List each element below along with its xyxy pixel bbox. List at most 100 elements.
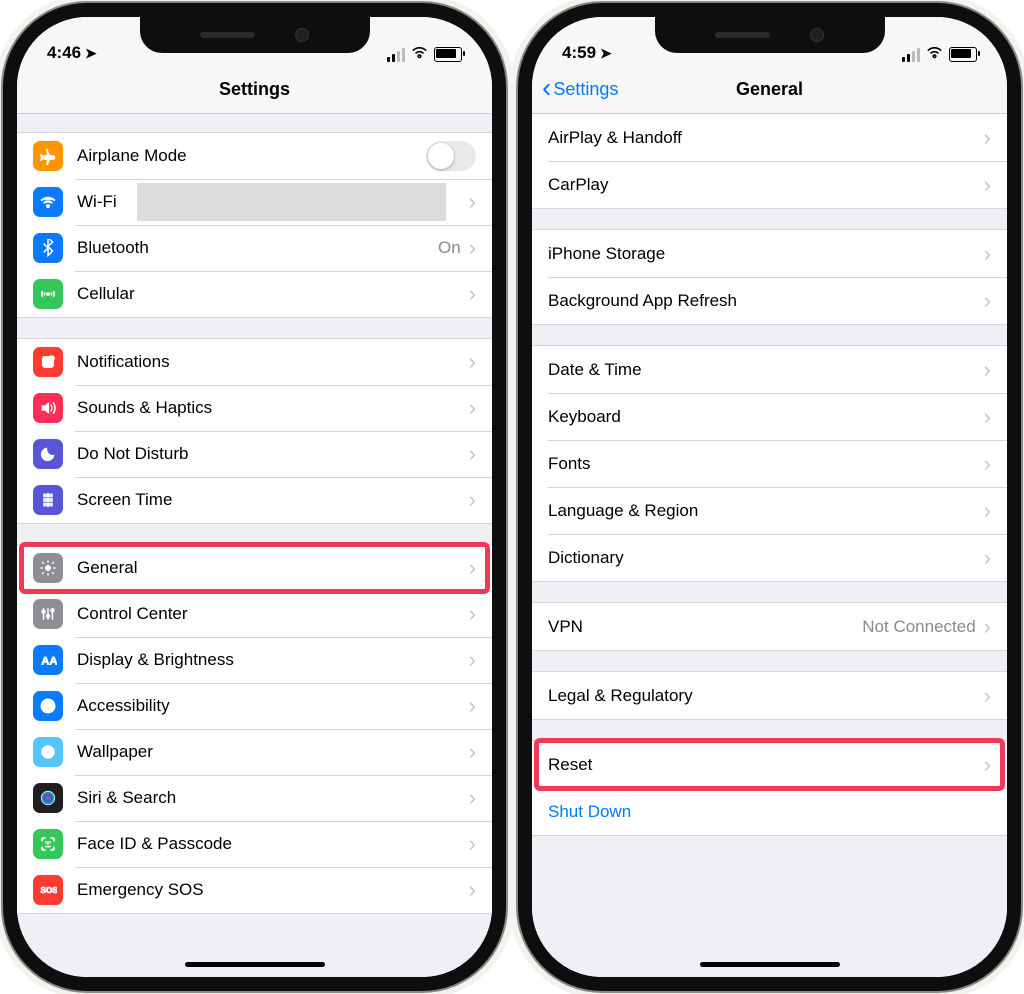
accessibility-icon	[33, 691, 63, 721]
faceid-icon	[33, 829, 63, 859]
row-accessibility[interactable]: Accessibility›	[17, 683, 492, 729]
location-arrow-icon: ➤	[600, 45, 612, 62]
row-airplane[interactable]: Airplane Mode	[17, 133, 492, 179]
row-datetime[interactable]: Date & Time›	[532, 346, 1007, 393]
row-sos[interactable]: SOSEmergency SOS›	[17, 867, 492, 913]
row-label: Control Center	[77, 604, 469, 624]
navbar: Settings	[17, 65, 492, 114]
row-notifications[interactable]: Notifications›	[17, 339, 492, 385]
status-indicators	[387, 46, 462, 63]
chevron-right-icon: ›	[984, 545, 991, 571]
battery-icon	[434, 47, 462, 62]
chevron-right-icon: ›	[984, 614, 991, 640]
row-label: VPN	[548, 617, 862, 637]
row-label: General	[77, 558, 469, 578]
screen-settings: 4:46➤ Settings Airplane ModeWi-Fi›Blueto…	[17, 17, 492, 977]
navbar: ‹Settings General	[532, 65, 1007, 114]
chevron-right-icon: ›	[469, 441, 476, 467]
chevron-right-icon: ›	[469, 235, 476, 261]
chevron-right-icon: ›	[469, 831, 476, 857]
row-sounds[interactable]: Sounds & Haptics›	[17, 385, 492, 431]
row-airplay[interactable]: AirPlay & Handoff›	[532, 114, 1007, 161]
row-control-center[interactable]: Control Center›	[17, 591, 492, 637]
row-siri[interactable]: Siri & Search›	[17, 775, 492, 821]
row-storage[interactable]: iPhone Storage›	[532, 230, 1007, 277]
row-label: Airplane Mode	[77, 146, 426, 166]
chevron-right-icon: ›	[984, 125, 991, 151]
row-vpn[interactable]: VPNNot Connected ›	[532, 603, 1007, 650]
status-time: 4:59	[562, 43, 596, 63]
wifi-icon	[411, 46, 428, 63]
row-label: Sounds & Haptics	[77, 398, 469, 418]
row-general[interactable]: General›	[17, 545, 492, 591]
stage: 4:46➤ Settings Airplane ModeWi-Fi›Blueto…	[0, 0, 1024, 994]
chevron-right-icon: ›	[469, 349, 476, 375]
row-wallpaper[interactable]: Wallpaper›	[17, 729, 492, 775]
chevron-right-icon: ›	[984, 752, 991, 778]
chevron-right-icon: ›	[984, 288, 991, 314]
control-center-icon	[33, 599, 63, 629]
general-list[interactable]: AirPlay & Handoff›CarPlay›iPhone Storage…	[532, 114, 1007, 977]
row-keyboard[interactable]: Keyboard›	[532, 393, 1007, 440]
row-value: Not Connected	[862, 617, 975, 637]
row-bluetooth[interactable]: BluetoothOn›	[17, 225, 492, 271]
chevron-right-icon: ›	[984, 451, 991, 477]
phone-general: 4:59➤ ‹Settings General AirPlay & Handof…	[532, 17, 1007, 977]
redacted-value	[137, 183, 446, 221]
row-carplay[interactable]: CarPlay›	[532, 161, 1007, 208]
row-bgrefresh[interactable]: Background App Refresh›	[532, 277, 1007, 324]
row-dictionary[interactable]: Dictionary›	[532, 534, 1007, 581]
row-legal[interactable]: Legal & Regulatory›	[532, 672, 1007, 719]
chevron-right-icon: ›	[469, 555, 476, 581]
svg-text:SOS: SOS	[41, 886, 58, 895]
airplane-icon	[33, 141, 63, 171]
row-label: Date & Time	[548, 360, 984, 380]
row-shutdown[interactable]: Shut Down	[532, 788, 1007, 835]
home-indicator[interactable]	[700, 962, 840, 967]
chevron-right-icon: ›	[469, 395, 476, 421]
row-reset[interactable]: Reset›	[532, 741, 1007, 788]
siri-icon	[33, 783, 63, 813]
page-title: Settings	[219, 79, 290, 100]
row-display[interactable]: AADisplay & Brightness›	[17, 637, 492, 683]
cell-signal-icon	[387, 48, 405, 62]
camera-icon	[810, 28, 824, 42]
row-label: Cellular	[77, 284, 469, 304]
row-label: Language & Region	[548, 501, 984, 521]
settings-list[interactable]: Airplane ModeWi-Fi›BluetoothOn›Cellular›…	[17, 114, 492, 977]
row-label: Background App Refresh	[548, 291, 984, 311]
page-title: General	[736, 79, 803, 100]
screen-general: 4:59➤ ‹Settings General AirPlay & Handof…	[532, 17, 1007, 977]
chevron-right-icon: ›	[469, 601, 476, 627]
chevron-right-icon: ›	[469, 693, 476, 719]
row-label: Do Not Disturb	[77, 444, 469, 464]
row-fonts[interactable]: Fonts›	[532, 440, 1007, 487]
row-label: Screen Time	[77, 490, 469, 510]
row-cellular[interactable]: Cellular›	[17, 271, 492, 317]
row-label: Legal & Regulatory	[548, 686, 984, 706]
row-faceid[interactable]: Face ID & Passcode›	[17, 821, 492, 867]
cellular-icon	[33, 279, 63, 309]
chevron-right-icon: ›	[469, 487, 476, 513]
row-langregion[interactable]: Language & Region›	[532, 487, 1007, 534]
svg-text:AA: AA	[41, 656, 57, 668]
row-label: Wallpaper	[77, 742, 469, 762]
wifi-icon	[33, 187, 63, 217]
chevron-right-icon: ›	[984, 683, 991, 709]
row-screentime[interactable]: Screen Time›	[17, 477, 492, 523]
row-dnd[interactable]: Do Not Disturb›	[17, 431, 492, 477]
chevron-right-icon: ›	[469, 189, 476, 215]
location-arrow-icon: ➤	[85, 45, 97, 62]
chevron-left-icon: ‹	[542, 81, 551, 95]
row-wifi[interactable]: Wi-Fi›	[17, 179, 492, 225]
row-label: Keyboard	[548, 407, 984, 427]
back-button[interactable]: ‹Settings	[542, 79, 618, 100]
toggle[interactable]	[426, 141, 476, 171]
speaker-icon	[200, 32, 255, 38]
row-label: CarPlay	[548, 175, 984, 195]
row-label: Notifications	[77, 352, 469, 372]
phone-settings: 4:46➤ Settings Airplane ModeWi-Fi›Blueto…	[17, 17, 492, 977]
notch	[655, 17, 885, 53]
cell-signal-icon	[902, 48, 920, 62]
home-indicator[interactable]	[185, 962, 325, 967]
